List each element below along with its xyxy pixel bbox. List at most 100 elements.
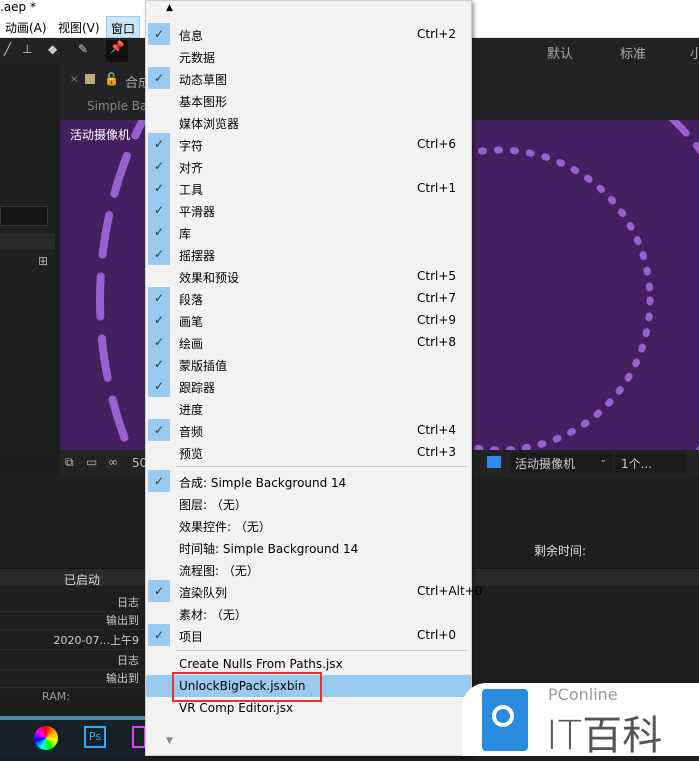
menu-item[interactable]: 时间轴: Simple Background 14 <box>146 536 471 558</box>
menu-item-label: Create Nulls From Paths.jsx <box>179 657 343 671</box>
menu-item[interactable]: ✓ 平滑器 <box>146 199 471 221</box>
menu-item[interactable]: ✓ 字符 Ctrl+6 <box>146 133 471 155</box>
menu-window[interactable]: 窗口 <box>106 16 141 38</box>
menu-item-shortcut: Ctrl+6 <box>417 137 457 151</box>
workspace-standard[interactable]: 标准 <box>620 43 646 62</box>
views-dropdown-value: 1个... <box>621 457 653 471</box>
lock-icon[interactable]: 🔓 <box>104 72 119 86</box>
menu-item-label: 库 <box>179 227 192 241</box>
brush-tool-icon[interactable]: ╱ <box>4 42 11 56</box>
transparency-grid-icon[interactable] <box>487 456 501 468</box>
checkmark-icon: ✓ <box>148 580 170 602</box>
menu-item-label: 段落 <box>179 293 204 307</box>
comp-subtab[interactable]: Simple Bac <box>87 99 154 113</box>
checkmark-icon: ✓ <box>148 624 170 646</box>
premiere-icon[interactable] <box>132 726 146 748</box>
menu-item-shortcut: Ctrl+0 <box>417 628 457 642</box>
menu-item[interactable]: ✓ 项目 Ctrl+0 <box>146 624 471 646</box>
checkmark-icon: ✓ <box>148 155 170 177</box>
checkmark-icon: ✓ <box>148 23 170 45</box>
menu-item[interactable]: 预览 Ctrl+3 <box>146 441 471 463</box>
output-row[interactable]: 输出到 <box>0 612 145 630</box>
camera-dropdown-value: 活动摄像机 <box>515 457 576 471</box>
snapshot-icon[interactable]: ⧉ <box>65 455 74 470</box>
menu-animation[interactable]: 动画(A) <box>5 19 47 36</box>
checkmark-icon: ✓ <box>148 353 170 375</box>
menu-item[interactable]: ✓ 音频 Ctrl+4 <box>146 419 471 441</box>
menu-item-shortcut: Ctrl+2 <box>417 27 457 41</box>
photos-app-icon[interactable] <box>34 726 58 750</box>
monitor-icon[interactable]: ▭ <box>86 455 97 469</box>
checkmark-icon: ✓ <box>148 243 170 265</box>
roto-brush-icon[interactable]: ✎ <box>78 42 88 56</box>
menu-item[interactable]: ✓ 渲染队列 Ctrl+Alt+0 <box>146 580 482 602</box>
menu-item[interactable]: ✓ 库 <box>146 221 471 243</box>
menu-item[interactable]: 素材: （无） <box>146 602 471 624</box>
eraser-tool-icon[interactable]: ◆ <box>48 42 57 56</box>
menu-item[interactable]: 图层: （无） <box>146 492 471 514</box>
log-row: 日志 <box>0 594 145 612</box>
menu-item[interactable]: ✓ 蒙版插值 <box>146 353 471 375</box>
views-dropdown[interactable]: 1个... <box>616 453 686 473</box>
menu-item-shortcut: Ctrl+8 <box>417 335 457 349</box>
menu-item[interactable]: 媒体浏览器 <box>146 111 471 133</box>
menu-item-label: 动态草图 <box>179 73 228 87</box>
project-panel: ⊞ <box>0 64 55 454</box>
menu-item-label: 媒体浏览器 <box>179 117 240 131</box>
menu-item[interactable]: ✓ 动态草图 <box>146 67 471 89</box>
mask-icon[interactable]: ∞ <box>108 455 118 469</box>
checkmark-icon: ✓ <box>148 287 170 309</box>
checkmark-icon: ✓ <box>148 375 170 397</box>
checkmark-icon: ✓ <box>148 177 170 199</box>
project-search-input[interactable] <box>0 206 48 226</box>
scroll-down-icon[interactable]: ▼ <box>166 736 173 746</box>
menu-view[interactable]: 视图(V) <box>58 19 100 36</box>
workspace-small[interactable]: 小 <box>690 43 699 62</box>
menu-item-label: 渲染队列 <box>179 586 228 600</box>
menu-item-label: 效果和预设 <box>179 271 240 285</box>
menu-item-label: 信息 <box>179 29 204 43</box>
checkmark-icon: ✓ <box>148 199 170 221</box>
menu-separator <box>176 466 468 467</box>
menu-item[interactable]: ✓ 绘画 Ctrl+8 <box>146 331 471 353</box>
watermark-brand: PConline <box>548 685 618 704</box>
workspace-default[interactable]: 默认 <box>547 43 573 62</box>
menu-item[interactable]: ✓ 信息 Ctrl+2 <box>146 23 471 45</box>
menu-item-label: 跟踪器 <box>179 381 216 395</box>
menu-item[interactable]: 流程图: （无） <box>146 558 471 580</box>
menu-item[interactable]: ✓ 段落 Ctrl+7 <box>146 287 471 309</box>
menu-item[interactable]: ✓ 工具 Ctrl+1 <box>146 177 471 199</box>
menu-item-label: 流程图: （无） <box>179 564 259 578</box>
menu-item[interactable]: 效果控件: （无） <box>146 514 471 536</box>
menu-item[interactable]: ✓ 合成: Simple Background 14 <box>146 470 471 492</box>
menu-item-label: 平滑器 <box>179 205 216 219</box>
menu-item[interactable]: 元数据 <box>146 45 471 67</box>
checkmark-icon: ✓ <box>148 133 170 155</box>
menu-item[interactable]: ✓ 摇摆器 <box>146 243 471 265</box>
menu-item-label: 项目 <box>179 630 204 644</box>
menu-item-shortcut: Ctrl+7 <box>417 291 457 305</box>
menu-item[interactable]: 基本图形 <box>146 89 471 111</box>
menu-item-label: 音频 <box>179 425 204 439</box>
output-row[interactable]: 输出到 <box>0 670 145 688</box>
checkmark-icon: ✓ <box>148 331 170 353</box>
log-label: 日志 <box>117 654 139 667</box>
pin-tool-icon[interactable]: 📌 <box>106 40 128 62</box>
stamp-tool-icon[interactable]: ⊥ <box>22 42 32 56</box>
ram-label: RAM: <box>42 690 70 703</box>
close-tab-icon[interactable]: × <box>70 74 78 85</box>
camera-dropdown[interactable]: 活动摄像机 ⌄ <box>510 453 612 473</box>
photoshop-icon[interactable]: Ps <box>84 726 106 748</box>
scroll-up-icon[interactable]: ▲ <box>166 3 173 13</box>
flowchart-icon[interactable]: ⊞ <box>38 254 48 268</box>
project-header <box>0 234 55 250</box>
menu-item-label: 基本图形 <box>179 95 228 109</box>
menu-item-label: 进度 <box>179 403 204 417</box>
menu-item-label: 元数据 <box>179 51 216 65</box>
menu-item[interactable]: ✓ 画笔 Ctrl+9 <box>146 309 471 331</box>
log-label: 日志 <box>117 596 139 609</box>
menu-item[interactable]: 进度 <box>146 397 471 419</box>
menu-item[interactable]: ✓ 跟踪器 <box>146 375 471 397</box>
menu-item[interactable]: 效果和预设 Ctrl+5 <box>146 265 471 287</box>
menu-item[interactable]: ✓ 对齐 <box>146 155 471 177</box>
